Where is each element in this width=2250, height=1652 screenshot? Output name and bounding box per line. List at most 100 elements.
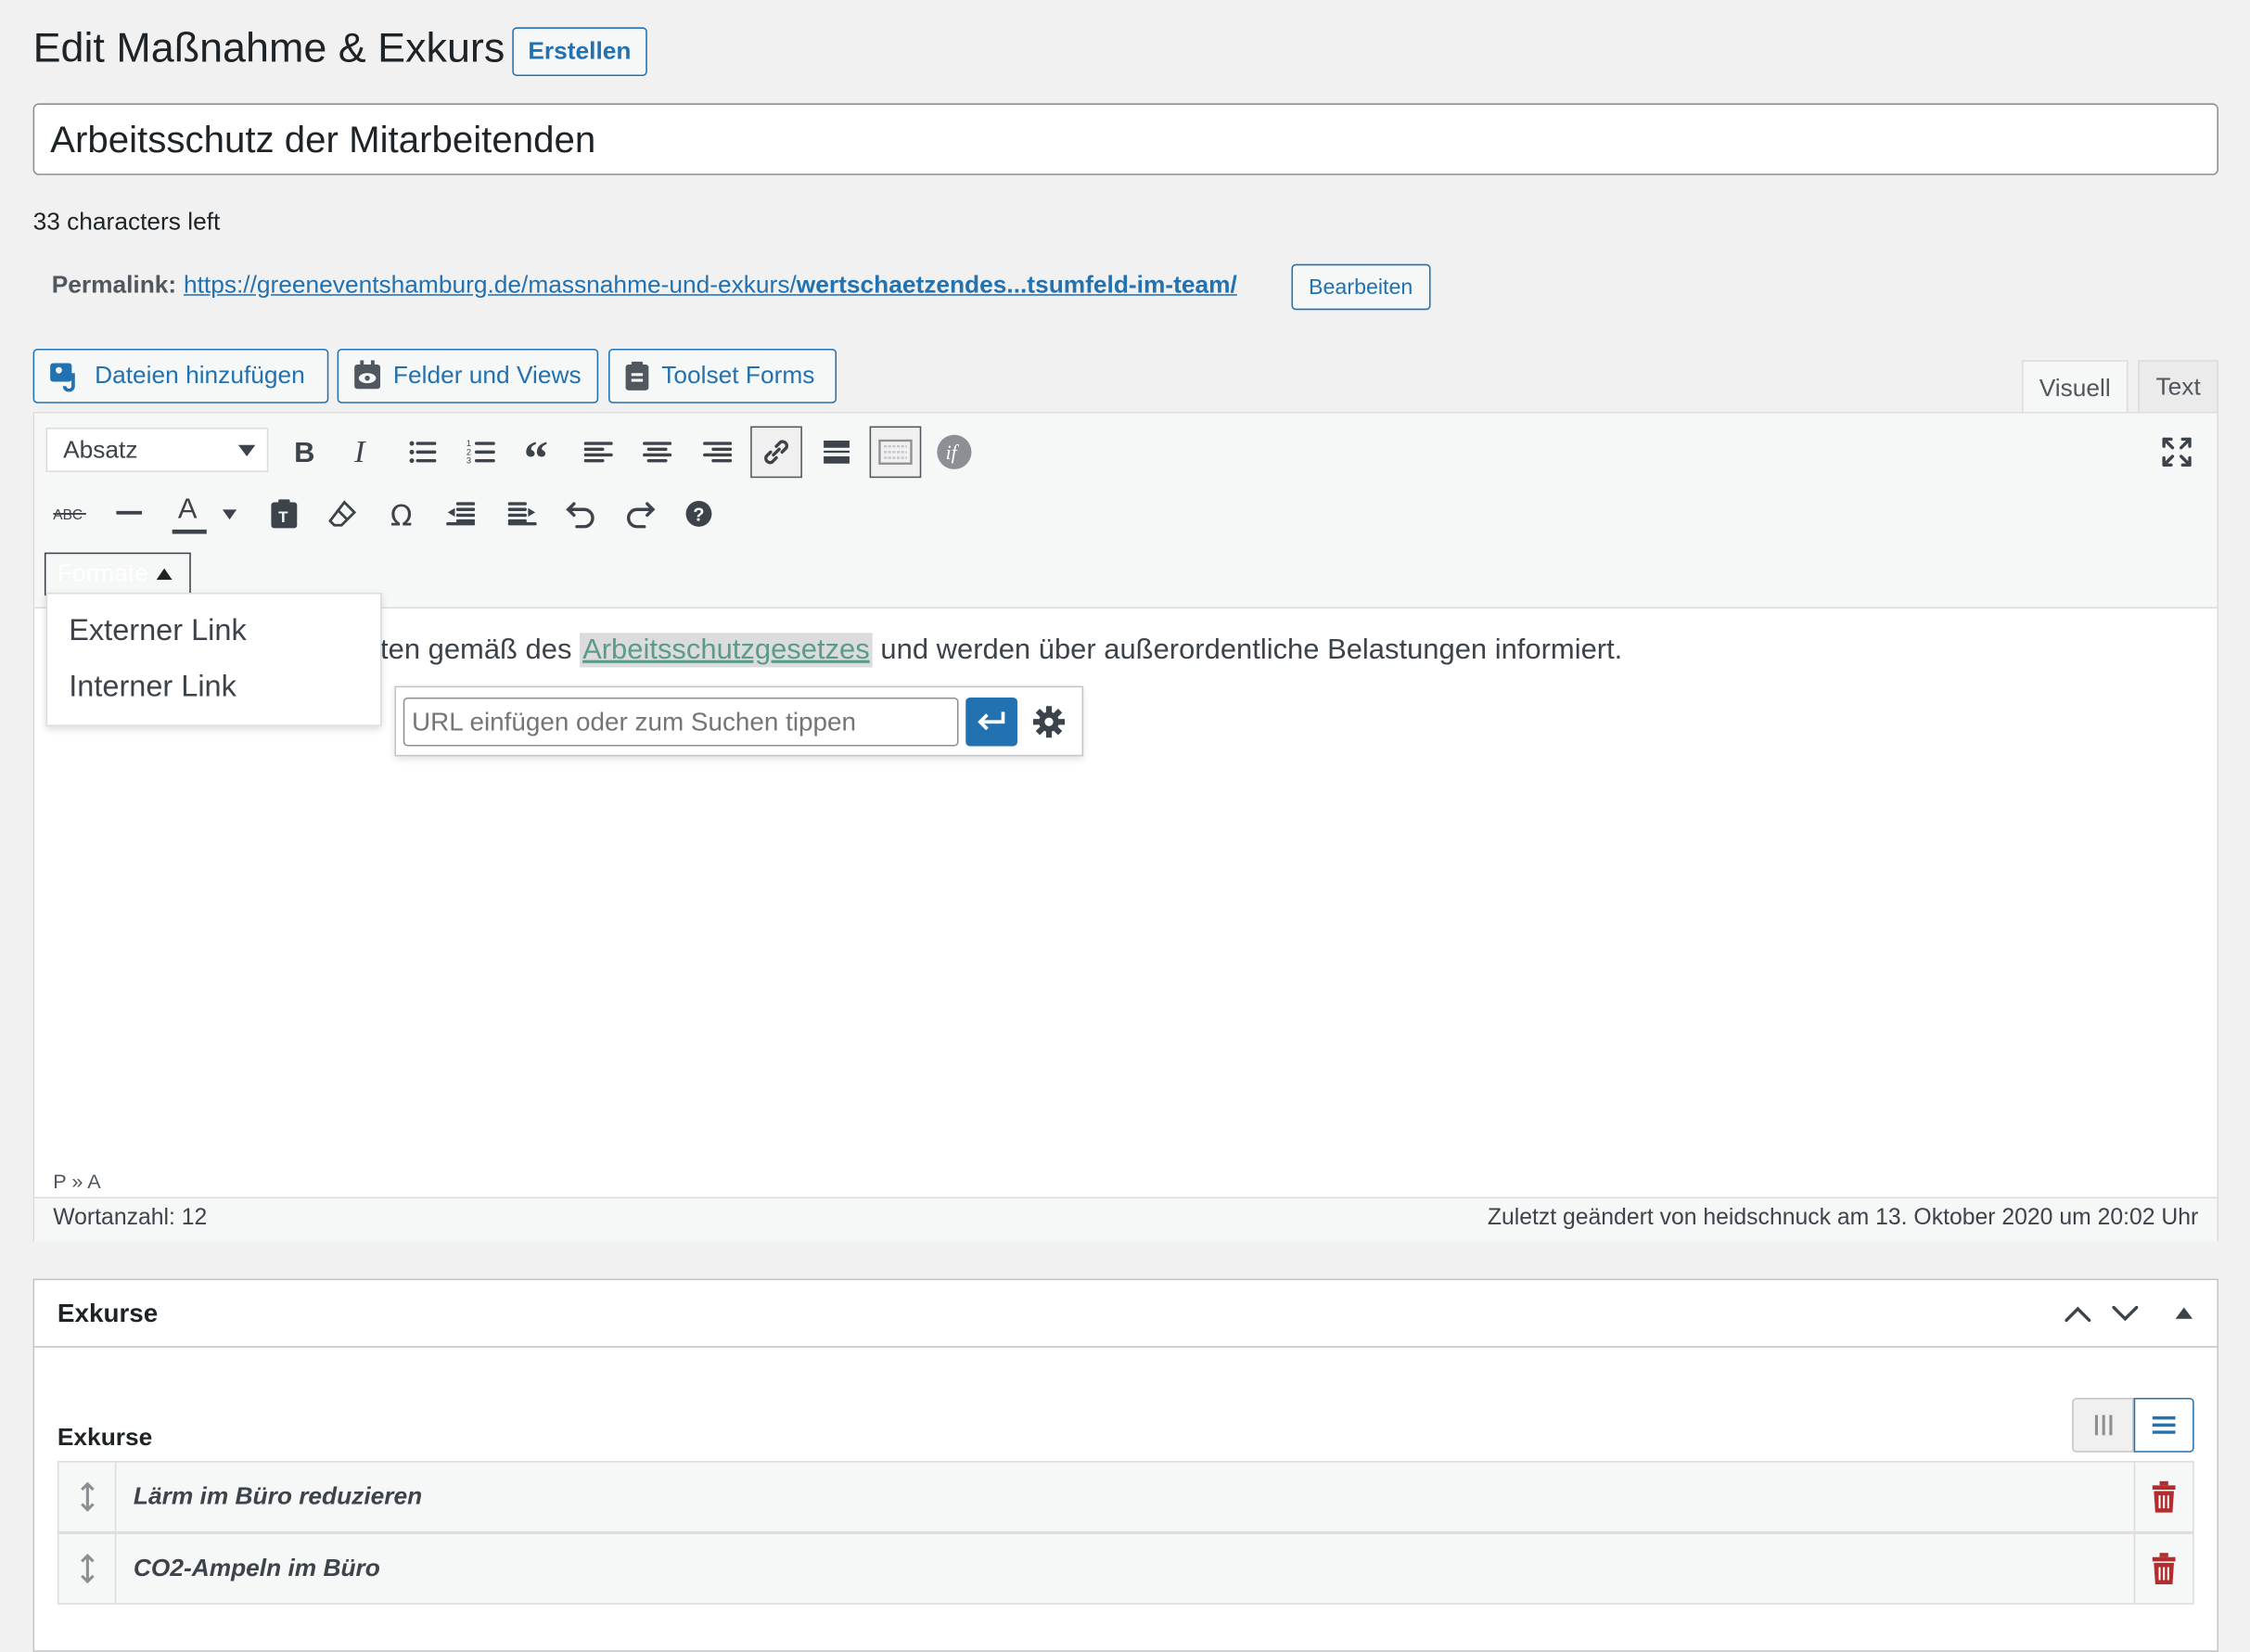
outdent-icon bbox=[446, 502, 476, 526]
content-link[interactable]: Arbeitsschutzgesetzes bbox=[580, 633, 873, 668]
element-path: P » A bbox=[53, 1169, 101, 1193]
list-item-title: CO2-Ampeln im Büro bbox=[133, 1554, 380, 1582]
trash-icon bbox=[2152, 1480, 2176, 1513]
help-button[interactable]: ? bbox=[677, 493, 720, 535]
strikethrough-icon: ABC bbox=[53, 507, 86, 523]
drag-handle-icon bbox=[80, 1553, 94, 1584]
read-more-icon bbox=[824, 440, 850, 464]
trash-icon bbox=[2152, 1553, 2176, 1585]
content-text-before: ten gemäß des bbox=[380, 634, 581, 666]
insert-link-button[interactable] bbox=[750, 426, 802, 479]
views-eye-icon bbox=[354, 360, 381, 390]
horizontal-line-icon bbox=[116, 510, 143, 515]
fullscreen-button[interactable] bbox=[2155, 430, 2198, 473]
formats-menu-item-externer-link[interactable]: Externer Link bbox=[69, 614, 246, 648]
metabox-title: Exkurse bbox=[57, 1299, 159, 1328]
bold-icon: B bbox=[294, 438, 314, 467]
characters-left: 33 characters left bbox=[32, 208, 221, 236]
metabox-divider bbox=[34, 1346, 2218, 1348]
permalink-edit-button[interactable]: Bearbeiten bbox=[1291, 263, 1430, 311]
caret-up-icon bbox=[2175, 1307, 2193, 1319]
format-select-value: Absatz bbox=[63, 435, 138, 463]
permalink-row: Permalink: https://greeneventshamburg.de… bbox=[52, 271, 1237, 300]
svg-text:T: T bbox=[278, 508, 288, 526]
link-settings-button[interactable] bbox=[1028, 700, 1070, 743]
redo-icon bbox=[626, 502, 656, 529]
move-up-button[interactable] bbox=[2056, 1291, 2099, 1334]
italic-button[interactable]: I bbox=[340, 430, 383, 473]
undo-button[interactable] bbox=[559, 493, 602, 535]
svg-text:Ω: Ω bbox=[390, 499, 413, 530]
columns-icon bbox=[2094, 1415, 2112, 1436]
toolset-forms-label: Toolset Forms bbox=[661, 361, 815, 390]
delete-button[interactable] bbox=[2133, 1533, 2192, 1604]
svg-text:3: 3 bbox=[467, 456, 471, 466]
exkurse-field-label: Exkurse bbox=[57, 1423, 153, 1452]
fields-views-label: Felder und Views bbox=[392, 361, 582, 390]
bold-button[interactable]: B bbox=[281, 430, 324, 473]
move-down-button[interactable] bbox=[2103, 1291, 2146, 1334]
drag-handle[interactable] bbox=[58, 1533, 117, 1604]
last-modified: Zuletzt geändert von heidschnuck am 13. … bbox=[1487, 1205, 2199, 1230]
enter-arrow-icon bbox=[978, 711, 1005, 731]
svg-text:“: “ bbox=[524, 438, 548, 467]
blockquote-button[interactable]: “ bbox=[518, 430, 561, 473]
link-apply-button[interactable] bbox=[965, 697, 1017, 747]
if-icon: if bbox=[937, 434, 972, 469]
editor-content[interactable]: ten gemäß des Arbeitsschutzgesetzes und … bbox=[380, 633, 1623, 668]
outdent-button[interactable] bbox=[439, 493, 481, 535]
svg-text:?: ? bbox=[693, 506, 704, 526]
content-text-after: und werden über außerordentliche Belastu… bbox=[872, 634, 1623, 666]
view-toggle-list[interactable] bbox=[2133, 1397, 2194, 1453]
post-title-input[interactable] bbox=[32, 103, 2218, 175]
bullet-list-button[interactable] bbox=[401, 430, 443, 473]
delete-button[interactable] bbox=[2133, 1462, 2192, 1531]
chevron-down-icon bbox=[2112, 1305, 2139, 1321]
conditional-button[interactable]: if bbox=[933, 430, 976, 473]
media-upload-icon bbox=[50, 363, 75, 392]
format-select[interactable]: Absatz bbox=[45, 428, 269, 473]
formats-button[interactable]: Formate bbox=[44, 552, 191, 596]
add-files-label: Dateien hinzufügen bbox=[95, 361, 305, 390]
clear-formatting-button[interactable] bbox=[322, 493, 364, 535]
align-center-button[interactable] bbox=[635, 430, 678, 473]
tab-text[interactable]: Text bbox=[2138, 360, 2218, 413]
special-character-button[interactable]: Ω bbox=[382, 493, 425, 535]
toolbar-toggle-button[interactable] bbox=[869, 426, 922, 479]
gear-icon bbox=[1032, 706, 1066, 738]
numbered-list-button[interactable]: 123 bbox=[459, 430, 502, 473]
formats-menu-item-interner-link[interactable]: Interner Link bbox=[69, 671, 237, 705]
text-color-button[interactable]: A bbox=[166, 493, 209, 535]
permalink-url[interactable]: https://greeneventshamburg.de/massnahme-… bbox=[184, 271, 1237, 300]
chevron-up-icon bbox=[2065, 1305, 2091, 1322]
read-more-button[interactable] bbox=[815, 430, 858, 473]
redo-button[interactable] bbox=[619, 493, 661, 535]
link-popup bbox=[394, 685, 1084, 757]
formats-button-label: Formate bbox=[57, 559, 148, 587]
paste-text-button[interactable]: T bbox=[262, 493, 305, 535]
drag-handle[interactable] bbox=[58, 1462, 117, 1531]
list-item: Lärm im Büro reduzieren bbox=[57, 1461, 2194, 1533]
text-color-dropdown[interactable] bbox=[212, 493, 247, 535]
numbered-list-icon: 123 bbox=[467, 439, 495, 466]
toolset-forms-button[interactable]: Toolset Forms bbox=[608, 348, 837, 403]
tab-visual[interactable]: Visuell bbox=[2022, 360, 2129, 416]
strikethrough-button[interactable]: ABC bbox=[49, 493, 92, 535]
view-toggle-columns[interactable] bbox=[2072, 1397, 2134, 1453]
list-icon bbox=[2152, 1415, 2176, 1434]
eraser-icon bbox=[328, 500, 357, 527]
undo-icon bbox=[566, 502, 594, 529]
fields-views-button[interactable]: Felder und Views bbox=[337, 348, 599, 403]
link-url-input[interactable] bbox=[403, 697, 959, 747]
svg-text:I: I bbox=[353, 438, 366, 467]
create-button[interactable]: Erstellen bbox=[512, 27, 647, 77]
toggle-panel-button[interactable] bbox=[2163, 1291, 2205, 1334]
align-right-button[interactable] bbox=[696, 430, 738, 473]
indent-icon bbox=[507, 502, 537, 526]
italic-icon: I bbox=[353, 438, 366, 467]
add-files-button[interactable]: Dateien hinzufügen bbox=[32, 348, 329, 403]
align-left-button[interactable] bbox=[577, 430, 620, 473]
indent-button[interactable] bbox=[501, 493, 543, 535]
svg-text:ABC: ABC bbox=[53, 507, 83, 523]
horizontal-line-button[interactable] bbox=[108, 493, 150, 535]
